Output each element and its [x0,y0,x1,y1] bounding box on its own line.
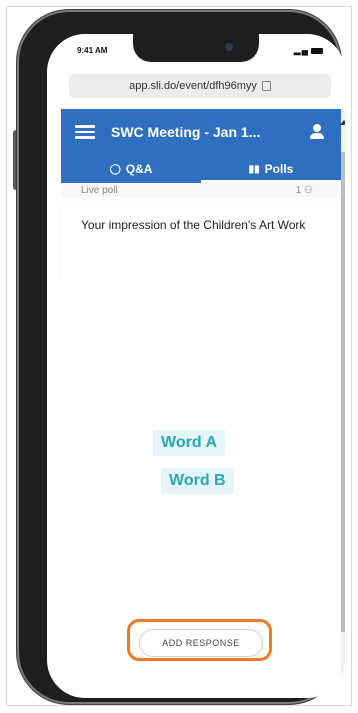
hamburger-icon[interactable] [75,125,95,139]
bar-chart-icon: ▮▮ [248,163,260,175]
poll-info-bar: Live poll 1 ⚇ [61,183,341,197]
phone-notch [133,34,259,62]
camera-icon [225,43,233,51]
word-cloud: Word A Word B [61,274,341,634]
copy-icon[interactable] [261,81,271,91]
scroll-up-arrow-icon[interactable] [340,120,345,125]
browser-url-bar[interactable]: app.sli.do/event/dfh96myy [69,74,331,98]
highlight-annotation [127,619,272,661]
scrollbar-thumb[interactable] [341,152,345,632]
app-header: SWC Meeting - Jan 1... [61,109,341,155]
phone-bezel: 9:41 AM ▂▄ app.sli.do/event/dfh96myy SWC… [17,10,345,704]
poll-question: Your impression of the Children's Art Wo… [81,218,306,232]
live-poll-label: Live poll [81,184,118,196]
tab-bar: ◯ Q&A ▮▮ Polls [61,155,341,183]
tab-polls-label: Polls [264,162,294,176]
tab-qa[interactable]: ◯ Q&A [61,155,201,183]
word-cloud-item: Word A [153,430,225,456]
event-title: SWC Meeting - Jan 1... [111,124,261,140]
battery-icon [311,47,323,54]
status-icons: ▂▄ [294,45,323,56]
word-cloud-item: Word B [161,468,234,494]
chat-icon: ◯ [109,163,121,175]
user-icon[interactable] [309,124,325,140]
phone-screen: 9:41 AM ▂▄ app.sli.do/event/dfh96myy SWC… [47,34,345,698]
participants-count: 1 ⚇ [295,184,313,196]
url-text: app.sli.do/event/dfh96myy [129,80,257,92]
status-time: 9:41 AM [77,46,108,55]
signal-wifi-icon: ▂▄ [293,45,309,55]
tab-polls[interactable]: ▮▮ Polls [201,155,341,183]
tab-qa-label: Q&A [125,162,153,176]
poll-question-card: Your impression of the Children's Art Wo… [61,204,341,275]
